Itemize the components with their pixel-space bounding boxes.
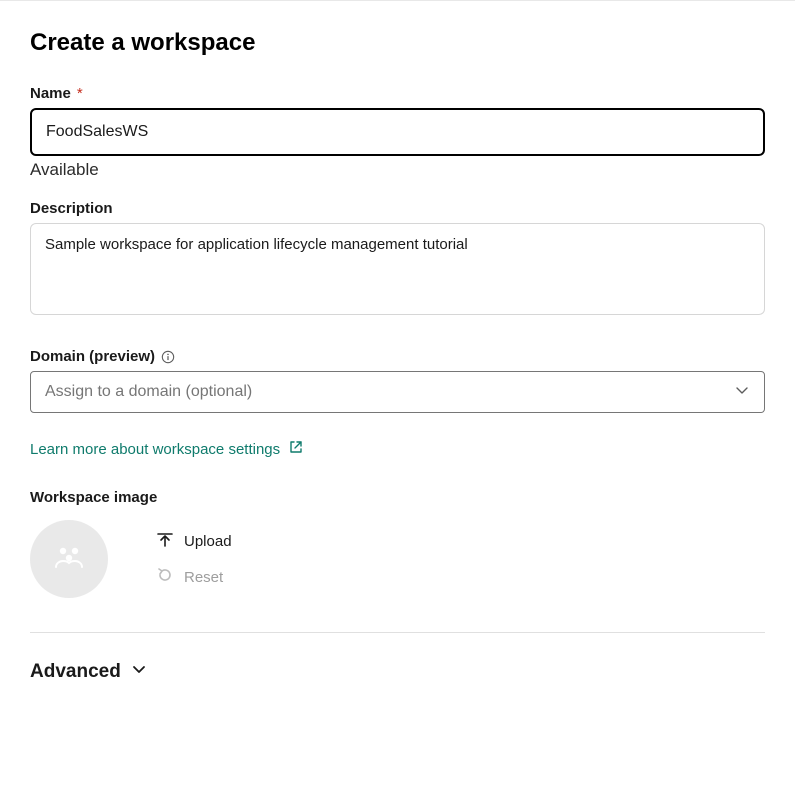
- reset-button: Reset: [156, 566, 232, 588]
- domain-label: Domain (preview): [30, 348, 765, 365]
- people-icon: [51, 539, 87, 580]
- page-title: Create a workspace: [30, 29, 765, 57]
- upload-icon: [156, 530, 174, 552]
- domain-select[interactable]: Assign to a domain (optional): [30, 371, 765, 413]
- external-link-icon: [288, 439, 304, 459]
- workspace-image-label: Workspace image: [30, 489, 765, 506]
- name-label-text: Name: [30, 85, 71, 102]
- upload-label: Upload: [184, 533, 232, 550]
- advanced-toggle[interactable]: Advanced: [30, 661, 147, 683]
- learn-more-text: Learn more about workspace settings: [30, 441, 280, 458]
- name-input[interactable]: [30, 108, 765, 156]
- upload-button[interactable]: Upload: [156, 530, 232, 552]
- description-label: Description: [30, 200, 765, 217]
- domain-placeholder: Assign to a domain (optional): [45, 383, 252, 401]
- domain-label-text: Domain (preview): [30, 348, 155, 365]
- chevron-down-icon: [131, 661, 147, 683]
- required-star: *: [77, 85, 83, 102]
- advanced-label: Advanced: [30, 661, 121, 683]
- description-input[interactable]: Sample workspace for application lifecyc…: [30, 223, 765, 315]
- chevron-down-icon: [734, 382, 750, 403]
- reset-label: Reset: [184, 569, 223, 586]
- workspace-image-avatar[interactable]: [30, 520, 108, 598]
- reset-icon: [156, 566, 174, 588]
- name-label: Name *: [30, 85, 765, 102]
- divider: [30, 632, 765, 633]
- info-icon[interactable]: [161, 350, 175, 364]
- learn-more-link[interactable]: Learn more about workspace settings: [30, 439, 304, 459]
- name-status: Available: [30, 160, 765, 180]
